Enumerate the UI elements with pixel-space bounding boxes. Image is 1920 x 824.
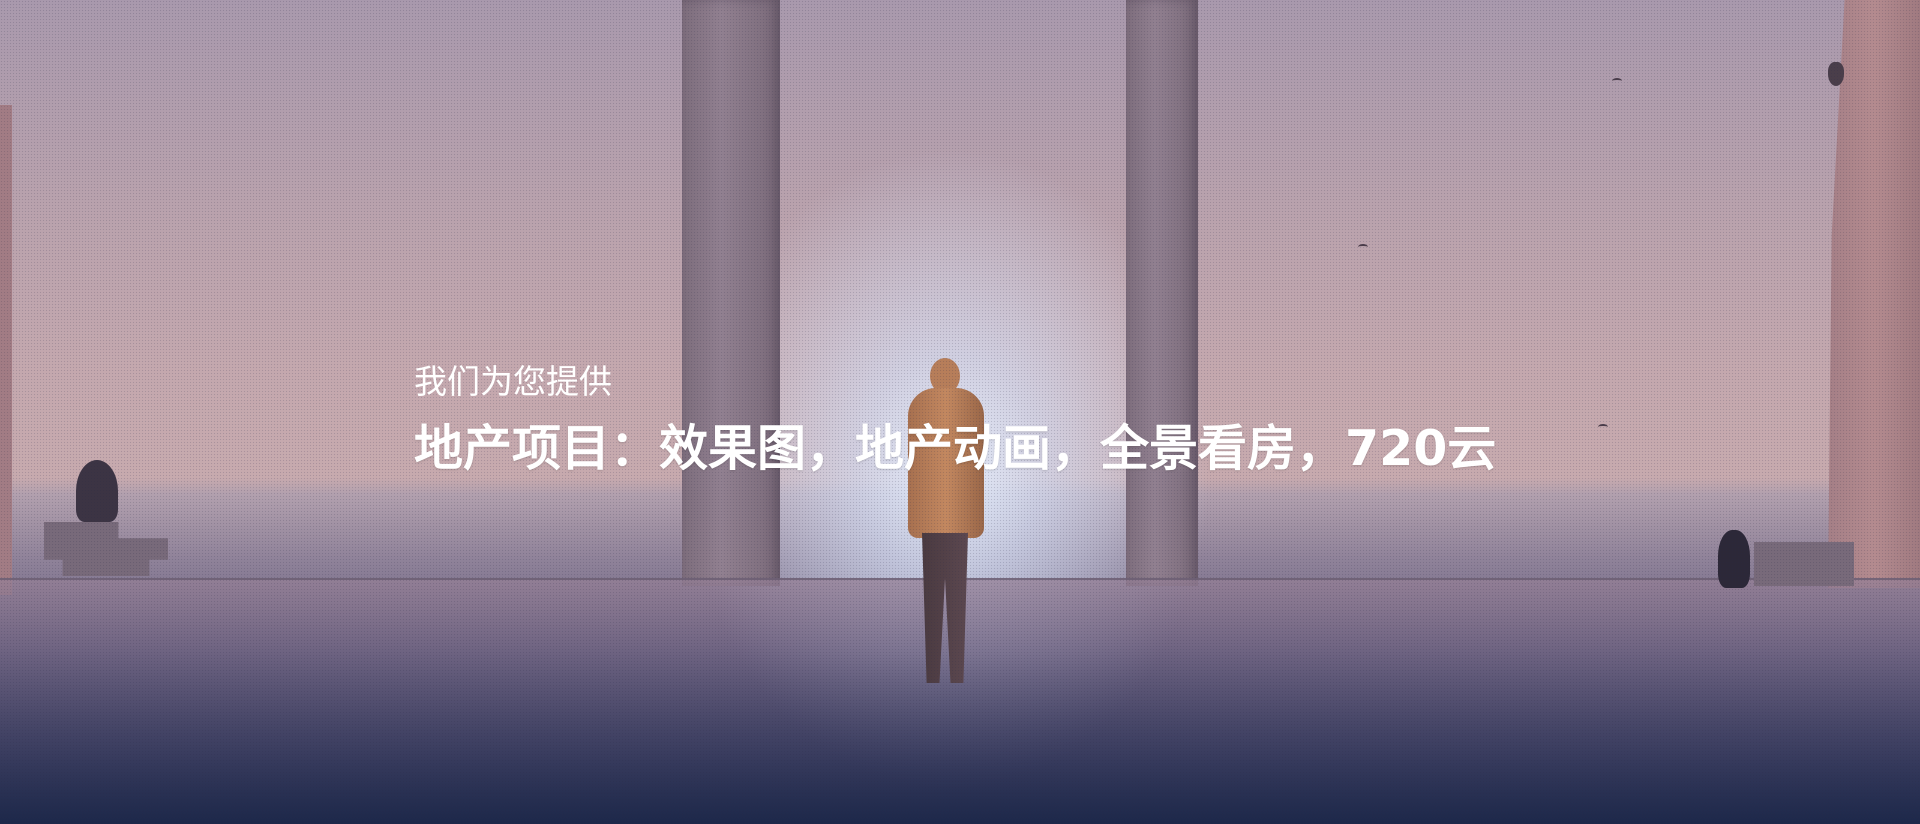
hero-banner: 我们为您提供 地产项目：效果图，地产动画，全景看房，720云 — [0, 0, 1920, 824]
left-wall — [0, 105, 12, 595]
right-bench — [1754, 542, 1854, 586]
left-pillar — [682, 0, 780, 586]
hero-subtitle: 我们为您提供 — [414, 362, 612, 401]
sitting-person — [1718, 530, 1750, 588]
wall-lamp-icon — [1828, 62, 1844, 86]
hero-headline: 地产项目：效果图，地产动画，全景看房，720云 — [414, 420, 1497, 477]
bird-icon — [1598, 424, 1608, 430]
left-bench — [44, 522, 168, 576]
statue-figure — [76, 460, 118, 522]
bird-icon — [1358, 244, 1368, 250]
hero-text-block: 我们为您提供 地产项目：效果图，地产动画，全景看房，720云 — [414, 360, 1496, 482]
bird-icon — [1612, 78, 1622, 84]
walker-legs — [922, 533, 968, 683]
right-building — [1828, 0, 1920, 588]
right-pillar — [1126, 0, 1198, 586]
